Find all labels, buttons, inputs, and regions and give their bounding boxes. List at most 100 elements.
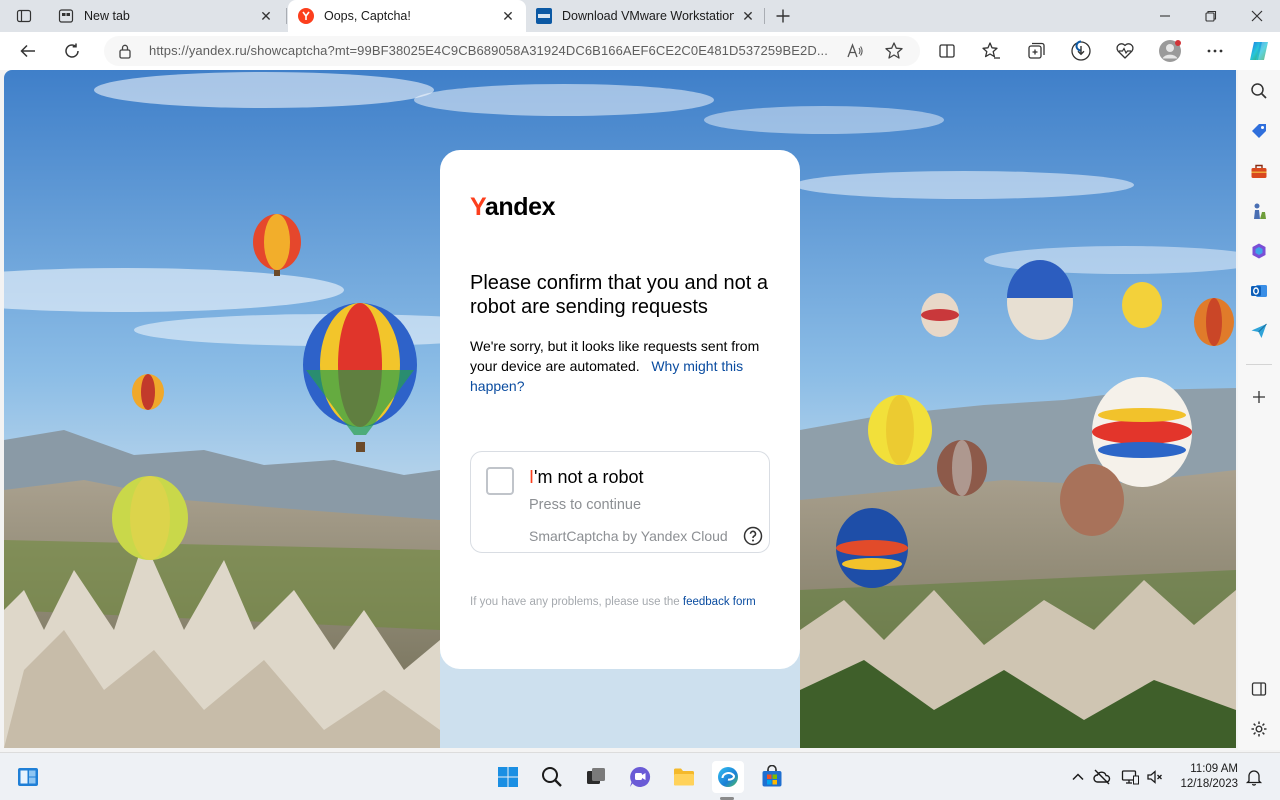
minimize-icon: [1160, 15, 1170, 17]
page-title: Please confirm that you and not a robot …: [470, 272, 768, 318]
sidebar-shopping-button[interactable]: [1248, 120, 1270, 142]
balloon: [937, 440, 987, 496]
feedback-footer: If you have any problems, please use the…: [470, 593, 770, 611]
plus-icon: [776, 9, 790, 23]
sidebar-tools-button[interactable]: [1248, 160, 1270, 182]
windows-taskbar: 11:09 AM 12/18/2023: [0, 752, 1280, 800]
network-tray-button[interactable]: [1120, 767, 1140, 787]
volume-tray-button[interactable]: [1145, 767, 1165, 787]
refresh-button[interactable]: [57, 36, 87, 66]
clock-date: 12/18/2023: [1180, 778, 1238, 790]
sidebar-search-button[interactable]: [1248, 80, 1270, 102]
chevron-up-icon: [1072, 773, 1084, 781]
tab-vmware[interactable]: Download VMware Workstation Pro ✕: [526, 0, 766, 32]
gear-icon: [1251, 721, 1267, 737]
hide-sidebar-button[interactable]: [1248, 678, 1270, 700]
lock-icon[interactable]: [118, 43, 132, 59]
tab-title: New tab: [84, 9, 130, 23]
favorites-button[interactable]: [976, 36, 1006, 66]
new-tab-icon: [58, 8, 74, 24]
tab-divider: [764, 8, 765, 24]
press-to-continue-text: Press to continue: [529, 497, 642, 513]
show-hidden-icons-button[interactable]: [1068, 767, 1088, 787]
close-tab-icon[interactable]: ✕: [500, 8, 516, 24]
start-button[interactable]: [492, 761, 524, 793]
minimize-button[interactable]: [1142, 0, 1188, 32]
feedback-form-link[interactable]: feedback form: [683, 596, 756, 608]
avatar: [1159, 40, 1181, 62]
copilot-button[interactable]: [1244, 36, 1274, 66]
url-text[interactable]: https://yandex.ru/showcaptcha?mt=99BF380…: [149, 43, 841, 58]
favorite-star-icon[interactable]: [884, 41, 904, 61]
balloon: [1060, 464, 1124, 536]
task-view-button[interactable]: [580, 761, 612, 793]
tab-captcha[interactable]: Oops, Captcha! ✕: [288, 0, 526, 32]
sidebar-divider: [1246, 364, 1272, 365]
not-a-robot-label[interactable]: I'm not a robot: [529, 467, 644, 488]
tab-new-tab[interactable]: New tab ✕: [48, 0, 284, 32]
restore-button[interactable]: [1188, 0, 1234, 32]
footer-text: If you have any problems, please use the: [470, 596, 680, 608]
smartcaptcha-widget[interactable]: I'm not a robot Press to continue SmartC…: [470, 451, 770, 553]
close-window-button[interactable]: [1234, 0, 1280, 32]
widgets-icon: [18, 768, 38, 786]
balloon: [921, 293, 959, 337]
balloon: [112, 476, 188, 560]
sidebar-outlook-button[interactable]: [1248, 280, 1270, 302]
network-monitor-icon: [1121, 770, 1139, 785]
address-bar[interactable]: https://yandex.ru/showcaptcha?mt=99BF380…: [104, 36, 920, 66]
sidebar-add-button[interactable]: [1248, 386, 1270, 408]
speaker-muted-icon: [1147, 770, 1162, 784]
downloads-button[interactable]: [1066, 36, 1096, 66]
sidebar-games-button[interactable]: [1248, 200, 1270, 222]
captcha-card: Yandex Please confirm that you and not a…: [440, 150, 800, 669]
help-question-icon[interactable]: [743, 526, 763, 546]
search-icon: [1251, 83, 1267, 99]
notifications-button[interactable]: [1244, 767, 1264, 787]
sidebar-settings-button[interactable]: [1248, 718, 1270, 740]
yandex-favicon-icon: [298, 8, 314, 24]
split-screen-icon: [939, 44, 955, 58]
balloon: [868, 395, 932, 465]
edge-icon: [718, 767, 738, 787]
split-screen-button[interactable]: [932, 36, 962, 66]
microsoft365-icon: [1252, 243, 1266, 259]
tab-actions-button[interactable]: [10, 4, 38, 28]
close-tab-icon[interactable]: ✕: [258, 8, 274, 24]
download-icon: [1071, 40, 1091, 61]
widgets-button[interactable]: [12, 761, 44, 793]
navigation-bar: https://yandex.ru/showcaptcha?mt=99BF380…: [0, 32, 1280, 70]
close-tab-icon[interactable]: ✕: [740, 8, 756, 24]
new-tab-button[interactable]: [770, 4, 796, 28]
captcha-provider-text: SmartCaptcha by Yandex Cloud: [529, 528, 728, 544]
edge-sidebar: [1238, 70, 1280, 750]
onedrive-tray-button[interactable]: [1092, 767, 1112, 787]
taskbar-search-button[interactable]: [536, 761, 568, 793]
edge-taskbar-button[interactable]: [712, 761, 744, 793]
balloon: [1122, 282, 1162, 328]
tab-title: Oops, Captcha!: [324, 9, 411, 23]
shopping-tag-icon: [1252, 124, 1266, 138]
microsoft-store-button[interactable]: [756, 761, 788, 793]
close-icon: [1251, 10, 1263, 22]
read-aloud-icon[interactable]: [846, 42, 864, 60]
collections-button[interactable]: [1021, 36, 1051, 66]
chat-button[interactable]: [624, 761, 656, 793]
file-explorer-button[interactable]: [668, 761, 700, 793]
browser-essentials-button[interactable]: [1110, 36, 1140, 66]
balloon: [1194, 298, 1234, 346]
taskbar-clock[interactable]: 11:09 AM 12/18/2023: [1174, 762, 1238, 792]
back-button[interactable]: [13, 36, 43, 66]
sidebar-microsoft365-button[interactable]: [1248, 240, 1270, 262]
chess-piece-icon: [1254, 203, 1266, 219]
copilot-icon: [1250, 42, 1268, 60]
settings-and-more-button[interactable]: [1200, 36, 1230, 66]
task-view-icon: [587, 768, 605, 784]
store-bag-icon: [762, 765, 782, 787]
send-paper-plane-icon: [1251, 323, 1267, 338]
cloud-offline-icon: [1093, 769, 1111, 785]
not-a-robot-checkbox[interactable]: [486, 467, 514, 495]
profile-button[interactable]: [1155, 36, 1185, 66]
yandex-logo[interactable]: Yandex: [470, 193, 556, 222]
sidebar-drop-button[interactable]: [1248, 320, 1270, 342]
